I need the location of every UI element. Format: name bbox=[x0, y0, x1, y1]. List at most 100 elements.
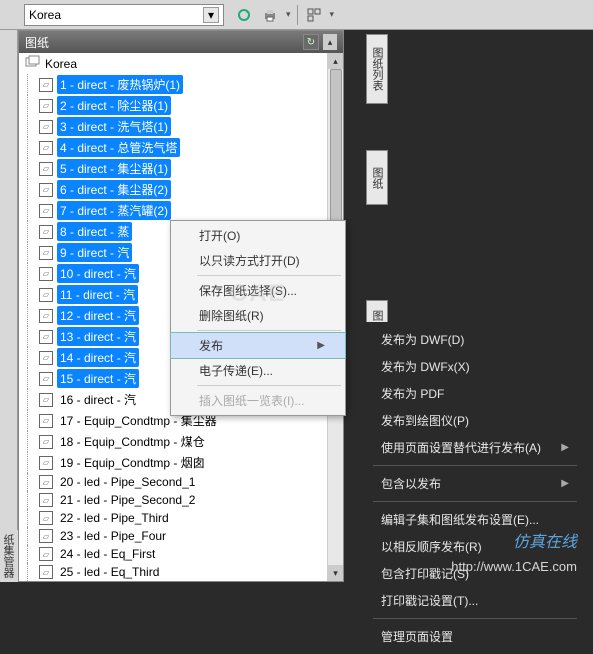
sheet-icon: ▱ bbox=[39, 288, 53, 302]
submenu-page-settings[interactable]: 管理页面设置 bbox=[365, 623, 585, 650]
tree-item[interactable]: ▱ 6 - direct - 集尘器(2) bbox=[39, 179, 343, 200]
print-icon[interactable] bbox=[260, 5, 280, 25]
watermark-url: http://www.1CAE.com bbox=[451, 559, 577, 574]
chevron-down-icon: ▾ bbox=[203, 7, 219, 23]
tree-item[interactable]: ▱ 21 - led - Pipe_Second_2 bbox=[39, 491, 343, 509]
tree-item-label: 24 - led - Eq_First bbox=[57, 546, 158, 562]
submenu-dwf[interactable]: 发布为 DWF(D) bbox=[365, 326, 585, 353]
tree-item[interactable]: ▱ 24 - led - Eq_First bbox=[39, 545, 343, 563]
sheet-icon: ▱ bbox=[39, 162, 53, 176]
tree-root-label: Korea bbox=[45, 57, 77, 71]
chevron-right-icon: ▶ bbox=[561, 478, 569, 489]
watermark-cae: CAE bbox=[230, 280, 287, 308]
tree-item[interactable]: ▱ 20 - led - Pipe_Second_1 bbox=[39, 473, 343, 491]
tree-root[interactable]: Korea bbox=[19, 53, 343, 74]
menu-open-readonly[interactable]: 以只读方式打开(D) bbox=[171, 248, 345, 273]
tree-item[interactable]: ▱2 - direct - 除尘器(1) bbox=[39, 95, 343, 116]
tree-item-label: 20 - led - Pipe_Second_1 bbox=[57, 474, 198, 490]
sheet-icon: ▱ bbox=[39, 493, 53, 507]
tree-item-label: 15 - direct - 汽 bbox=[57, 369, 139, 388]
separator bbox=[197, 385, 341, 386]
tree-item[interactable]: ▱ 3 - direct - 洗气塔(1) bbox=[39, 116, 343, 137]
toolbar-chevron[interactable]: ▾ bbox=[286, 9, 291, 20]
tree-item-label: 18 - Equip_Condtmp - 煤仓 bbox=[57, 432, 208, 451]
tree-item-label: 5 - direct - 集尘器(1) bbox=[57, 159, 171, 178]
tree-item-label: 8 - direct - 蒸 bbox=[57, 222, 132, 241]
refresh-icon[interactable] bbox=[234, 5, 254, 25]
tree-item[interactable]: ▱ 23 - led - Pipe_Four bbox=[39, 527, 343, 545]
chevron-right-icon: ▶ bbox=[317, 340, 325, 351]
tree-item-label: 3 - direct - 洗气塔(1) bbox=[57, 117, 171, 136]
tree-item[interactable]: ▱ 5 - direct - 集尘器(1) bbox=[39, 158, 343, 179]
menu-open[interactable]: 打开(O) bbox=[171, 223, 345, 248]
sheet-icon: ▱ bbox=[39, 141, 53, 155]
sheets-icon bbox=[25, 55, 41, 72]
panel-refresh-icon[interactable]: ↻ bbox=[303, 34, 319, 50]
menu-publish[interactable]: 发布 ▶ bbox=[170, 332, 346, 359]
tree-item-label: 13 - direct - 汽 bbox=[57, 327, 139, 346]
submenu-stamp-settings[interactable]: 打印戳记设置(T)... bbox=[365, 587, 585, 614]
tree-item-label: 2 - direct - 除尘器(1) bbox=[57, 96, 171, 115]
sheet-icon: ▱ bbox=[39, 456, 53, 470]
sheet-icon: ▱ bbox=[39, 267, 53, 281]
scroll-down-icon[interactable]: ▾ bbox=[328, 565, 343, 581]
submenu-include[interactable]: 包含以发布 ▶ bbox=[365, 470, 585, 497]
separator bbox=[373, 501, 577, 502]
menu-etransmit[interactable]: 电子传递(E)... bbox=[171, 358, 345, 383]
sheet-icon: ▱ bbox=[39, 435, 53, 449]
tree-item-label: 7 - direct - 蒸汽罐(2) bbox=[57, 201, 171, 220]
top-toolbar: Korea ▾ ▾ ▾ bbox=[0, 0, 593, 30]
tree-item-label: 10 - direct - 汽 bbox=[57, 264, 139, 283]
separator bbox=[197, 330, 341, 331]
layout-icon[interactable] bbox=[304, 5, 324, 25]
tree-item-label: 19 - Equip_Condtmp - 烟囱 bbox=[57, 453, 208, 472]
left-strip-label: 纸集管器 bbox=[0, 530, 18, 582]
separator bbox=[373, 618, 577, 619]
tree-item-label: 22 - led - Pipe_Third bbox=[57, 510, 172, 526]
sheet-icon: ▱ bbox=[39, 78, 53, 92]
tab-sheet[interactable]: 图纸 bbox=[366, 150, 388, 205]
panel-header: 图纸 ↻ ▴ bbox=[19, 31, 343, 53]
watermark-brand: 仿真在线 bbox=[513, 528, 577, 552]
tree-item-label: 11 - direct - 汽 bbox=[57, 285, 138, 304]
toolbar-chevron-2[interactable]: ▾ bbox=[330, 9, 335, 20]
tree-item[interactable]: ▱ 18 - Equip_Condtmp - 煤仓 bbox=[39, 431, 343, 452]
submenu-plotter[interactable]: 发布到绘图仪(P) bbox=[365, 407, 585, 434]
tree-item-label: 25 - led - Eq_Third bbox=[57, 564, 162, 580]
separator bbox=[373, 465, 577, 466]
submenu-include-label: 包含以发布 bbox=[381, 475, 441, 492]
tree-item-label: 4 - direct - 总管洗气塔 bbox=[57, 138, 180, 157]
tree-item[interactable]: ▱ 19 - Equip_Condtmp - 烟囱 bbox=[39, 452, 343, 473]
tree-item-label: 21 - led - Pipe_Second_2 bbox=[57, 492, 198, 508]
chevron-right-icon: ▶ bbox=[561, 442, 569, 453]
menu-insert-toc: 插入图纸一览表(I)... bbox=[171, 388, 345, 413]
panel-collapse-icon[interactable]: ▴ bbox=[323, 34, 337, 50]
tree-item-label: 12 - direct - 汽 bbox=[57, 306, 139, 325]
project-dropdown[interactable]: Korea ▾ bbox=[24, 4, 224, 26]
sheet-icon: ▱ bbox=[39, 529, 53, 543]
tree-item[interactable]: ▱25 - led - Eq_Third bbox=[39, 563, 343, 581]
scroll-up-icon[interactable]: ▴ bbox=[328, 53, 343, 69]
tree-item[interactable]: ▱ 22 - led - Pipe_Third bbox=[39, 509, 343, 527]
sheet-icon: ▱ bbox=[39, 547, 53, 561]
sheet-icon: ▱ bbox=[39, 120, 53, 134]
tree-item[interactable]: ▱1 - direct - 废热锅炉(1) bbox=[39, 74, 343, 95]
tree-item-label: 16 - direct - 汽 bbox=[57, 390, 139, 409]
sheet-icon: ▱ bbox=[39, 351, 53, 365]
dropdown-value: Korea bbox=[29, 8, 61, 22]
sheet-icon: ▱ bbox=[39, 475, 53, 489]
sheet-icon: ▱ bbox=[39, 183, 53, 197]
tree-item-label: 6 - direct - 集尘器(2) bbox=[57, 180, 171, 199]
sheet-icon: ▱ bbox=[39, 246, 53, 260]
submenu-pagesetup-label: 使用页面设置替代进行发布(A) bbox=[381, 439, 541, 456]
sheet-icon: ▱ bbox=[39, 511, 53, 525]
tree-item[interactable]: ▱7 - direct - 蒸汽罐(2) bbox=[39, 200, 343, 221]
submenu-dwfx[interactable]: 发布为 DWFx(X) bbox=[365, 353, 585, 380]
tree-item-label: 23 - led - Pipe_Four bbox=[57, 528, 169, 544]
tree-item[interactable]: ▱ 4 - direct - 总管洗气塔 bbox=[39, 137, 343, 158]
submenu-pagesetup[interactable]: 使用页面设置替代进行发布(A) ▶ bbox=[365, 434, 585, 461]
sheet-icon: ▱ bbox=[39, 372, 53, 386]
tree-item-label: 14 - direct - 汽 bbox=[57, 348, 139, 367]
submenu-pdf[interactable]: 发布为 PDF bbox=[365, 380, 585, 407]
tab-sheet-list[interactable]: 图纸列表 bbox=[366, 34, 388, 104]
